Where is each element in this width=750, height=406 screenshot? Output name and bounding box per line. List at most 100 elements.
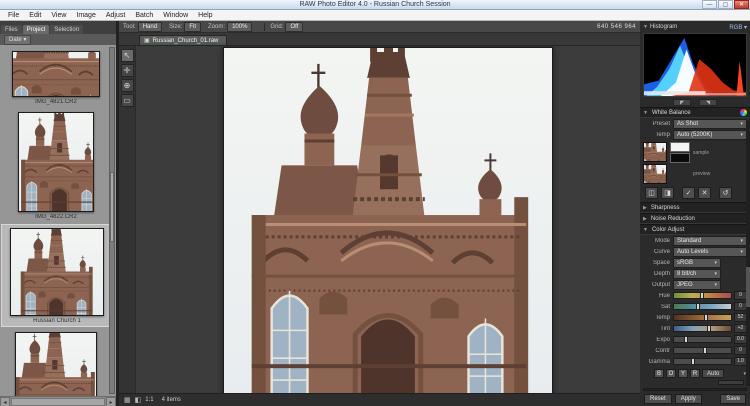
list-item[interactable]: IMG_4821.CR2 [6,48,106,107]
navigator-icon[interactable]: ◧ [135,396,142,404]
browser-panel: Files Project Selection Date ▾ IMG_4821.… [0,21,116,406]
scrollbar-track[interactable] [11,397,105,406]
sharpness-header[interactable]: ▶ Sharpness [640,202,750,213]
wb-sample-thumb[interactable] [643,142,667,162]
color-adjust-header[interactable]: ▼ Color Adjust [640,224,750,235]
wb-note-bottom: preview [693,170,711,177]
channel-r-button[interactable]: R [690,369,700,378]
saturation-slider[interactable] [673,303,732,310]
mini-meter [718,380,744,385]
scroll-left-arrow[interactable]: ◂ [0,396,10,406]
apply-button[interactable]: Apply [674,393,702,404]
scrollbar-thumb[interactable] [746,266,750,307]
tint-slider[interactable] [673,325,732,332]
contrast-slider[interactable] [673,347,732,354]
tool-strip: ↖ ✛ ⊕ ▭ [119,46,136,393]
rgb-histogram [643,33,747,97]
menu-window[interactable]: Window [158,10,193,21]
menu-adjust[interactable]: Adjust [101,10,130,21]
thumbnail-hscrollbar[interactable]: ◂ ▸ [0,396,116,406]
temp-slider[interactable] [673,314,732,321]
white-point-swatch[interactable] [670,142,690,152]
reset-undo-icon[interactable]: ↺ [719,187,732,199]
curve-dropdown[interactable]: Auto Levels ▾ [673,246,747,257]
list-item[interactable]: IMG_4822.CR2 [6,109,106,222]
slider-handle[interactable] [707,325,712,332]
depth-dropdown[interactable]: 8 bit/ch ▾ [673,268,721,279]
mode-dropdown[interactable]: Standard ▾ [673,235,747,246]
grid-icon[interactable]: ▦ [124,396,131,404]
channel-b-button[interactable]: B [654,369,664,378]
sort-dropdown[interactable]: Date ▾ [4,34,32,45]
slider-handle[interactable] [695,303,700,310]
main-photo[interactable] [223,47,553,393]
depth-row: Depth 8 bit/ch ▾ [640,268,750,279]
slider-handle[interactable] [684,336,689,343]
zoom-tool-icon[interactable]: ⊕ [120,79,134,92]
title-bar[interactable]: RAW Photo Editor 4.0 - Russian Church Se… [0,0,750,10]
tab-selection[interactable]: Selection [50,25,84,34]
hue-slider[interactable] [673,292,732,299]
contrast-row: Contr 0 [640,345,750,356]
scroll-right-arrow[interactable]: ▸ [106,396,116,406]
clipping-buttons: ◤ ◥ [640,97,750,107]
document-tab[interactable]: ▣ Russian_Church_01.raw [139,35,228,45]
gamma-slider[interactable] [673,358,732,365]
zoom-dropdown[interactable]: 100% [227,21,253,32]
menu-help[interactable]: Help [193,10,217,21]
channel-y-button[interactable]: Y [678,369,688,378]
list-item-selected[interactable]: Russian Church 1 [1,224,113,327]
channel-o-button[interactable]: O [666,369,676,378]
menu-file[interactable]: File [3,10,24,21]
slider-handle[interactable] [700,292,705,299]
slider-handle[interactable] [691,358,696,365]
cancel-x-icon[interactable]: ✕ [698,187,711,199]
thumbnail-vscrollbar[interactable] [109,47,115,394]
tab-files[interactable]: Files [1,25,22,34]
menu-batch[interactable]: Batch [130,10,158,21]
menu-view[interactable]: View [46,10,71,21]
black-point-swatch[interactable] [670,153,690,163]
auto-button[interactable]: Auto [702,369,725,378]
close-button[interactable]: ✕ [734,0,749,9]
menu-image[interactable]: Image [71,10,100,21]
highlight-warning-button[interactable]: ◥ [699,98,717,106]
grid-toggle[interactable]: Off [285,21,304,32]
histogram-mode-dropdown[interactable]: RGB ▾ [729,24,747,31]
crop-tool-icon[interactable]: ▭ [120,94,134,107]
slider-handle[interactable] [703,314,708,321]
wb-note-top: sample [693,149,710,156]
image-canvas[interactable] [136,46,640,393]
reset-button[interactable]: Reset [644,393,672,404]
white-picker-icon[interactable]: ◫ [645,187,658,199]
exposure-slider[interactable] [673,336,732,343]
shadow-warning-button[interactable]: ◤ [673,98,691,106]
panel-vscrollbar[interactable] [746,121,750,386]
section-title: Noise Reduction [650,215,695,222]
white-balance-header[interactable]: ▼ White Balance [640,107,750,118]
apply-check-icon[interactable]: ✓ [682,187,695,199]
grid-group: Grid: Off [270,21,304,32]
menu-edit[interactable]: Edit [24,10,46,21]
wb-preset-dropdown[interactable]: As Shot ▾ [673,118,747,129]
minimize-button[interactable]: — [702,0,717,9]
slider-handle[interactable] [702,347,707,354]
wb-result-thumb[interactable] [643,164,667,184]
collapse-caret-icon: ▼ [643,226,648,233]
space-dropdown[interactable]: sRGB ▾ [673,257,721,268]
space-row: Space sRGB ▾ [640,257,750,268]
tool-dropdown[interactable]: Hand [137,21,163,32]
list-item[interactable]: IMG_4824.CR2 [6,329,106,396]
tab-project[interactable]: Project [22,25,50,34]
pan-tool-icon[interactable]: ✛ [120,64,134,77]
noise-reduction-header[interactable]: ▶ Noise Reduction [640,213,750,224]
cursor-tool-icon[interactable]: ↖ [120,49,134,62]
output-dropdown[interactable]: JPEG ▾ [673,279,721,290]
scrollbar-thumb[interactable] [110,172,114,243]
black-picker-icon[interactable]: ◨ [661,187,674,199]
save-button[interactable]: Save [720,393,746,404]
size-dropdown[interactable]: Fit [184,21,202,32]
histogram-header[interactable]: ▼ Histogram RGB ▾ [640,21,750,33]
wb-temp-dropdown[interactable]: Auto (5200K) ▾ [673,129,747,140]
maximize-button[interactable]: ▢ [718,0,733,9]
